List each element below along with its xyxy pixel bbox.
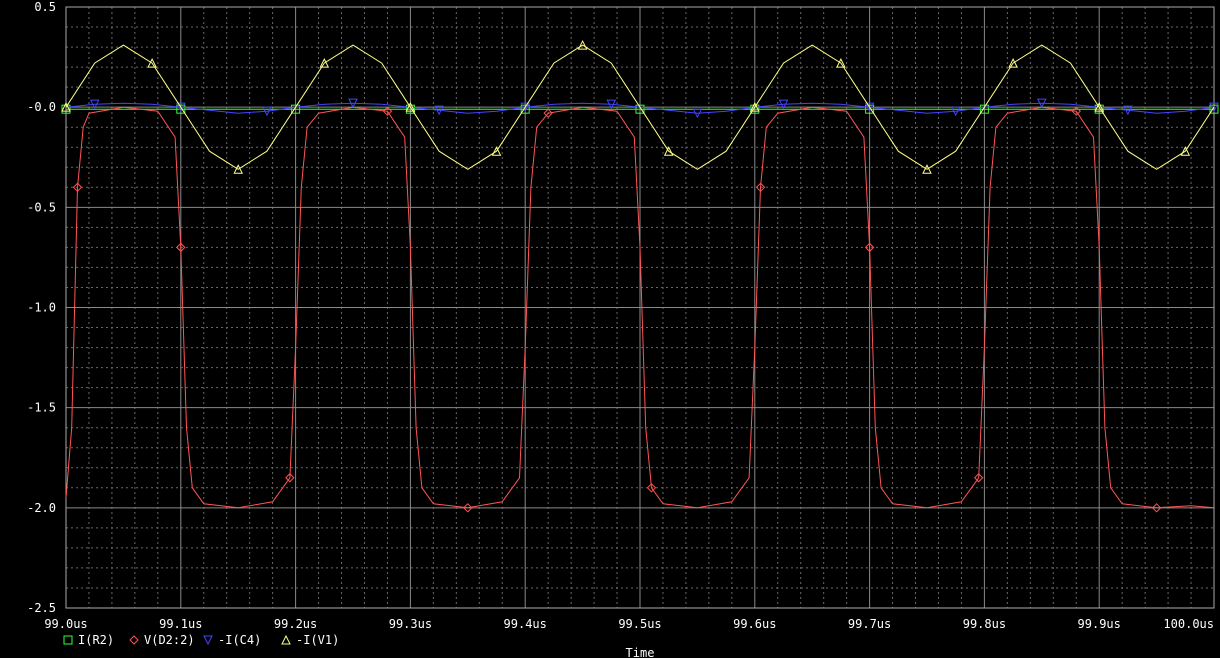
x-tick-label: 99.6us (733, 617, 776, 631)
x-tick-label: 100.0us (1163, 617, 1214, 631)
y-tick-label: -2.5 (27, 601, 56, 615)
x-axis-label: Time (626, 646, 655, 658)
x-tick-label: 99.9us (1078, 617, 1121, 631)
y-tick-label: -0.0 (27, 100, 56, 114)
x-tick-label: 99.8us (963, 617, 1006, 631)
y-tick-label: -0.5 (27, 200, 56, 214)
y-tick-label: -1.5 (27, 401, 56, 415)
legend-label: -I(V1) (296, 633, 339, 647)
legend-label: V(D2:2) (144, 633, 195, 647)
waveform-plot: 0.5 -0.0 -0.5 -1.0 -1.5 -2.0 -2.5 99.0us 99.1us 9… (0, 0, 1220, 658)
x-tick-label: 99.3us (389, 617, 432, 631)
x-tick-label: 99.1us (159, 617, 202, 631)
x-tick-label: 99.0us (44, 617, 87, 631)
x-tick-label: 99.7us (848, 617, 891, 631)
legend-label: I(R2) (78, 633, 114, 647)
y-tick-label: -1.0 (27, 301, 56, 315)
x-tick-label: 99.4us (504, 617, 547, 631)
y-tick-label: -2.0 (27, 501, 56, 515)
y-tick-label: 0.5 (34, 0, 56, 14)
legend-label: -I(C4) (218, 633, 261, 647)
x-tick-label: 99.2us (274, 617, 317, 631)
x-tick-label: 99.5us (618, 617, 661, 631)
